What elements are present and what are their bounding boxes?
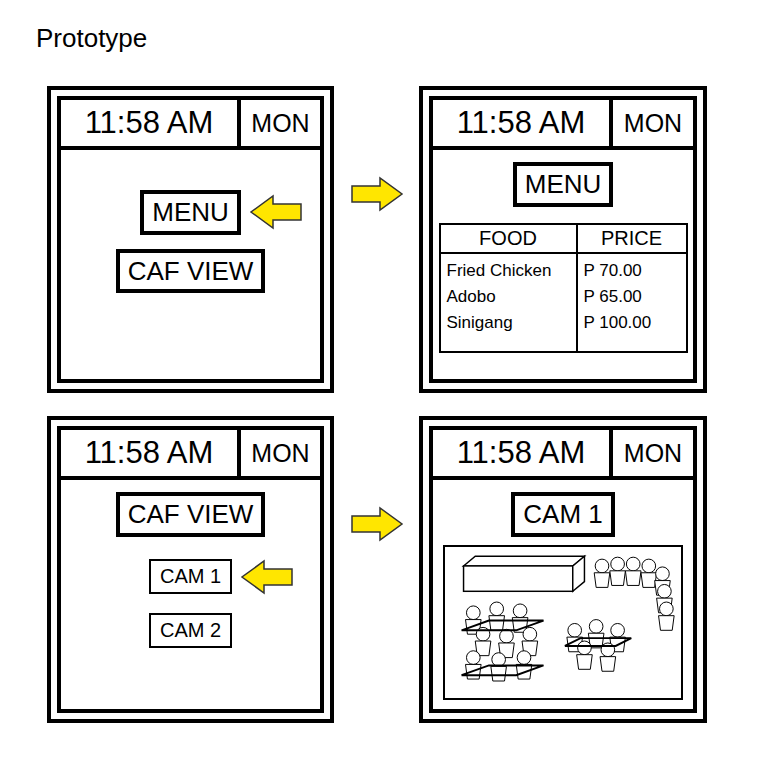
option-row: MENU [61, 190, 320, 235]
screen-row: 11:58 AMMONMENUCAF VIEW11:58 AMMONMENUFO… [47, 86, 770, 393]
status-header: 11:58 AMMON [61, 100, 320, 150]
screen-row: 11:58 AMMONCAF VIEWCAM 1CAM 211:58 AMMON… [47, 416, 770, 723]
phone-screen: 11:58 AMMON CAM 1 [419, 416, 707, 723]
time-display: 11:58 AM [61, 100, 241, 146]
option-row: CAM 1 [61, 559, 320, 595]
food-cell: Fried Chicken [447, 258, 570, 284]
option-list: CAM 1 CAM 2 [61, 559, 320, 648]
food-column: Fried ChickenAdoboSinigang [441, 254, 578, 351]
time-display: 11:58 AM [61, 430, 241, 476]
screen-body: MENU CAF VIEW [61, 150, 320, 379]
screen-inner: 11:58 AMMONMENUCAF VIEW [57, 96, 324, 383]
screen-heading: CAF VIEW [116, 492, 266, 537]
screen-rows: 11:58 AMMONMENUCAF VIEW11:58 AMMONMENUFO… [47, 86, 770, 723]
camera-feed-icon [446, 548, 680, 697]
selection-pointer [249, 194, 303, 230]
price-cell: P 100.00 [584, 310, 680, 336]
flow-arrow [334, 506, 419, 542]
flow-arrow-icon [350, 506, 404, 542]
option-button[interactable]: MENU [140, 190, 241, 235]
screen-body: MENUFOODPRICEFried ChickenAdoboSinigangP… [433, 150, 693, 379]
screen-body: CAF VIEW CAM 1 CAM 2 [61, 480, 320, 709]
flow-arrow [334, 176, 419, 212]
time-display: 11:58 AM [433, 100, 613, 146]
option-row: CAM 2 [61, 613, 320, 648]
option-list: MENU CAF VIEW [61, 190, 320, 293]
day-display: MON [241, 430, 320, 476]
camera-view [443, 545, 683, 700]
phone-screen: 11:58 AMMON CAF VIEW CAM 1 CAM 2 [47, 416, 334, 723]
day-display: MON [613, 430, 693, 476]
screen-inner: 11:58 AMMON CAF VIEW CAM 1 CAM 2 [57, 426, 324, 713]
status-header: 11:58 AMMON [61, 430, 320, 480]
screen-body: CAM 1 [433, 480, 693, 709]
menu-table: FOODPRICEFried ChickenAdoboSinigangP 70.… [439, 223, 688, 353]
screen-inner: 11:58 AMMONMENUFOODPRICEFried ChickenAdo… [429, 96, 697, 383]
table-header: PRICE [578, 225, 686, 254]
time-display: 11:58 AM [433, 430, 613, 476]
price-cell: P 70.00 [584, 258, 680, 284]
price-cell: P 65.00 [584, 284, 680, 310]
screen-heading: CAM 1 [511, 492, 614, 537]
phone-screen: 11:58 AMMONMENUFOODPRICEFried ChickenAdo… [419, 86, 707, 393]
flow-arrow-icon [350, 176, 404, 212]
option-button[interactable]: CAM 1 [149, 559, 232, 594]
status-header: 11:58 AMMON [433, 100, 693, 150]
price-column: P 70.00P 65.00P 100.00 [578, 254, 686, 351]
phone-screen: 11:58 AMMONMENUCAF VIEW [47, 86, 334, 393]
screen-inner: 11:58 AMMON CAM 1 [429, 426, 697, 713]
option-row: CAF VIEW [61, 249, 320, 294]
option-button[interactable]: CAM 2 [149, 613, 232, 648]
table-header: FOOD [441, 225, 578, 254]
prototype-page: Prototype11:58 AMMONMENUCAF VIEW11:58 AM… [0, 0, 770, 780]
food-cell: Adobo [447, 284, 570, 310]
screen-heading: MENU [513, 162, 614, 207]
pointer-arrow-icon [240, 559, 294, 595]
page-title: Prototype [36, 22, 770, 54]
status-header: 11:58 AMMON [433, 430, 693, 480]
pointer-arrow-icon [249, 194, 303, 230]
option-button[interactable]: CAF VIEW [116, 249, 266, 294]
food-cell: Sinigang [447, 310, 570, 336]
day-display: MON [613, 100, 693, 146]
day-display: MON [241, 100, 320, 146]
selection-pointer [240, 559, 294, 595]
